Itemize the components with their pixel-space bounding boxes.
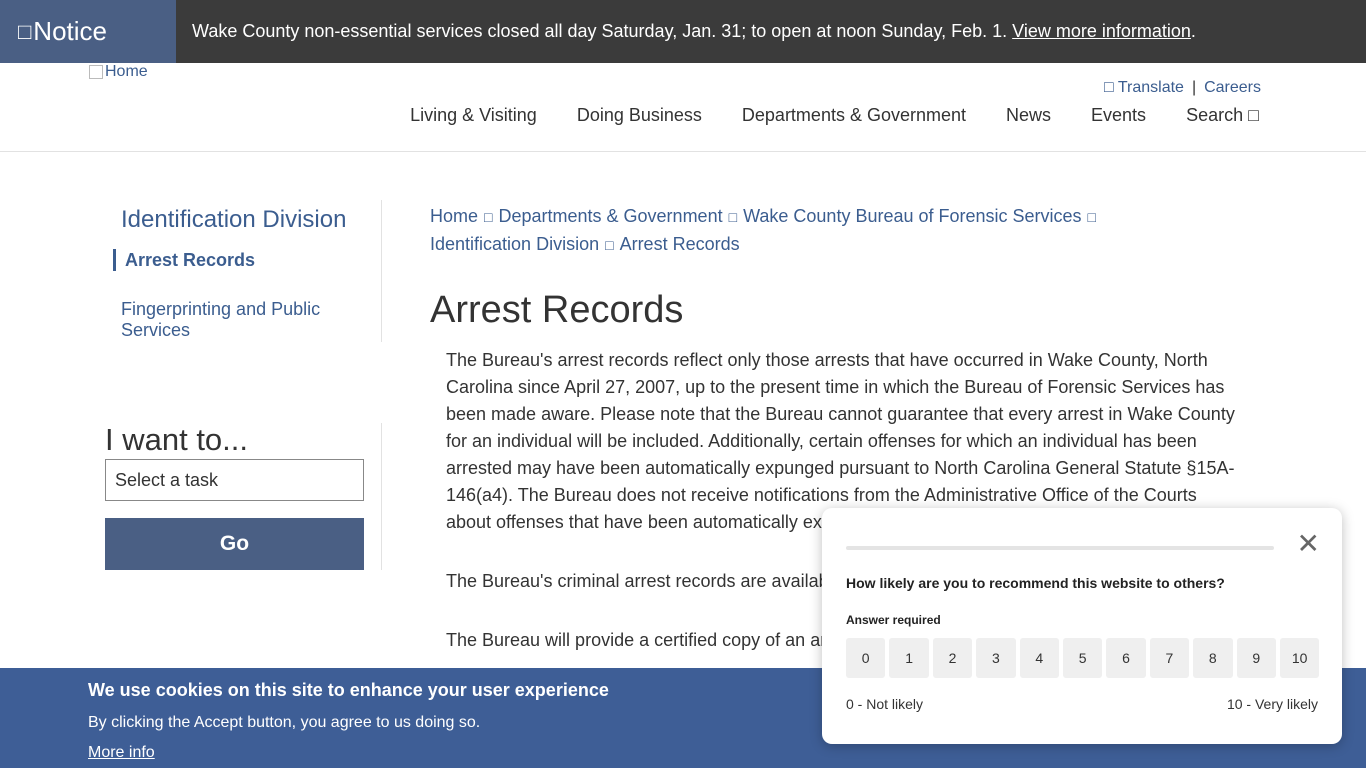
close-icon[interactable]: ✕ [1297, 530, 1320, 558]
rating-option-4[interactable]: 4 [1019, 638, 1059, 678]
rating-option-3[interactable]: 3 [976, 638, 1016, 678]
nav-news[interactable]: News [1006, 105, 1051, 126]
survey-required-note: Answer required [846, 613, 941, 627]
i-want-to-widget: I want to... Select a task Go [105, 423, 382, 570]
rating-option-10[interactable]: 10 [1279, 638, 1320, 678]
i-want-to-heading: I want to... [105, 422, 249, 457]
rating-option-9[interactable]: 9 [1236, 638, 1276, 678]
translate-label: Translate [1117, 79, 1184, 96]
notice-message: Wake County non-essential services close… [176, 0, 1196, 63]
search-icon: □ [1248, 105, 1259, 125]
home-logo-link[interactable]: Home [89, 63, 148, 81]
notice-tag: □ Notice [0, 0, 176, 63]
broken-image-icon [89, 65, 103, 79]
site-header: Home □ Translate | Careers Living & Visi… [0, 63, 1366, 152]
breadcrumb-arrest-records[interactable]: Arrest Records [620, 234, 740, 254]
breadcrumb-forensic-services[interactable]: Wake County Bureau of Forensic Services [743, 206, 1081, 226]
breadcrumb-separator-icon: □ [605, 237, 614, 253]
notice-message-text: Wake County non-essential services close… [192, 21, 1008, 41]
logo-alt-text: Home [105, 63, 148, 80]
notice-tag-label: Notice [33, 16, 107, 46]
rating-option-1[interactable]: 1 [889, 638, 929, 678]
nav-doing-business[interactable]: Doing Business [577, 105, 702, 126]
task-select[interactable]: Select a task [105, 459, 364, 501]
survey-high-label: 10 - Very likely [1226, 696, 1318, 712]
careers-link[interactable]: Careers [1204, 79, 1261, 97]
translate-icon: □ [1104, 79, 1114, 96]
survey-rating-scale: 0 1 2 3 4 5 6 7 8 9 10 [846, 638, 1320, 678]
section-sidenav: Identification Division Arrest Records F… [105, 200, 382, 342]
notice-more-link[interactable]: View more information [1012, 21, 1191, 42]
cookie-text: By clicking the Accept button, you agree… [88, 714, 481, 731]
nav-living-visiting[interactable]: Living & Visiting [410, 105, 537, 126]
nav-search[interactable]: Search □ [1186, 105, 1259, 126]
utility-separator: | [1191, 79, 1197, 96]
breadcrumb-separator-icon: □ [1087, 209, 1097, 225]
breadcrumb-separator-icon: □ [728, 209, 738, 225]
cookie-more-info-link[interactable]: More info [88, 744, 155, 762]
page-title: Arrest Records [430, 289, 684, 331]
search-label: Search [1186, 105, 1244, 125]
rating-option-8[interactable]: 8 [1193, 638, 1233, 678]
sidenav-item-arrest-records[interactable]: Arrest Records [113, 249, 255, 271]
cookie-title: We use cookies on this site to enhance y… [88, 680, 609, 700]
rating-option-6[interactable]: 6 [1106, 638, 1146, 678]
go-button[interactable]: Go [105, 518, 364, 570]
survey-low-label: 0 - Not likely [846, 696, 924, 712]
feedback-survey-popup: ✕ How likely are you to recommend this w… [822, 508, 1342, 744]
breadcrumb-home[interactable]: Home [430, 206, 478, 226]
rating-option-2[interactable]: 2 [932, 638, 973, 678]
rating-option-7[interactable]: 7 [1149, 638, 1190, 678]
breadcrumb-separator-icon: □ [484, 209, 493, 225]
breadcrumb-identification-division[interactable]: Identification Division [430, 234, 599, 254]
rating-option-5[interactable]: 5 [1062, 638, 1103, 678]
nav-departments-government[interactable]: Departments & Government [742, 105, 966, 126]
survey-progress-bar [846, 546, 1274, 550]
nav-events[interactable]: Events [1091, 105, 1146, 126]
main-nav: Living & Visiting Doing Business Departm… [410, 105, 1259, 126]
rating-option-0[interactable]: 0 [846, 638, 886, 678]
sidenav-title-link[interactable]: Identification Division [121, 206, 346, 234]
notice-icon: □ [18, 18, 32, 44]
emergency-notice-bar: □ Notice Wake County non-essential servi… [0, 0, 1366, 63]
notice-trail: . [1190, 21, 1196, 41]
sidenav-item-fingerprinting[interactable]: Fingerprinting and Public Services [121, 299, 361, 341]
breadcrumb-departments[interactable]: Departments & Government [498, 206, 722, 226]
breadcrumb: Home □ Departments & Government □ Wake Count… [430, 203, 1190, 259]
survey-question: How likely are you to recommend this web… [846, 575, 1225, 591]
utility-nav: □ Translate | Careers [1104, 79, 1261, 97]
translate-link[interactable]: □ Translate [1104, 79, 1184, 97]
